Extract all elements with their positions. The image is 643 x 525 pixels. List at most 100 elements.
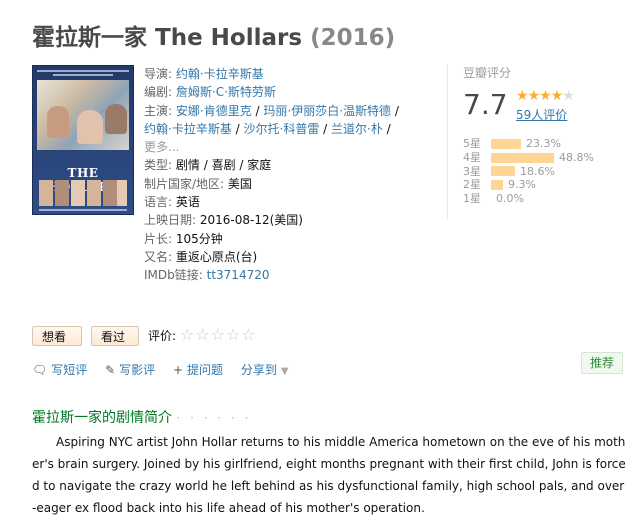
rating-bar-row: 4星 48.8% [463, 151, 594, 165]
title-cn: 霍拉斯一家 [32, 25, 147, 51]
rating-bar-label: 4星 [463, 150, 481, 164]
rating-bar-label: 3星 [463, 164, 481, 178]
movie-poster[interactable]: THE HOLLARS [32, 65, 134, 215]
rating-distribution: 5星 23.3% 4星 48.8% 3星 18.6% 2星 9.3% 1星 0.0% [463, 137, 594, 206]
country-value: 美国 [227, 176, 252, 191]
rating-votes-link[interactable]: 59人评价 [516, 106, 567, 123]
rating-bar-percent: 23.3% [526, 137, 561, 150]
rating-bar-label: 2星 [463, 178, 481, 192]
poster-cast-photo [103, 180, 117, 206]
aka-value: 重返心原点(台) [175, 249, 258, 264]
caret-down-icon: ▼ [280, 366, 289, 377]
poster-tagline [53, 74, 113, 76]
release-label: 上映日期: [144, 213, 197, 228]
rating-bar-row: 5星 23.3% [463, 137, 594, 151]
action-bar: 🗨 写短评 ✎ 写影评 + 提问题 分享到 ▼ [32, 361, 303, 378]
country-label: 制片国家/地区: [144, 176, 225, 191]
star-icon: ★ [539, 88, 552, 104]
ask-question-action[interactable]: + 提问题 [173, 363, 223, 377]
imdb-label: IMDb链接: [144, 268, 203, 283]
info-language: 语言: 英语 [144, 193, 406, 211]
short-review-action[interactable]: 🗨 写短评 [32, 363, 87, 377]
rating-bar-label: 1星 [463, 192, 481, 206]
star-icon: ★ [550, 88, 564, 104]
plus-icon: + [172, 363, 184, 377]
rate-stars-input[interactable]: ☆☆☆☆☆ [180, 325, 257, 344]
user-rating: 评价: ☆☆☆☆☆ [148, 325, 257, 346]
director-link[interactable]: 约翰·卡拉辛斯基 [176, 67, 264, 81]
info-aka: 又名: 重返心原点(台) [144, 248, 406, 266]
language-label: 语言: [144, 195, 173, 210]
genre-item: 喜剧 [211, 158, 236, 173]
info-cast: 主演: 安娜·肯德里克 / 玛丽·伊丽莎白·温斯特德 / [144, 103, 399, 118]
rating-bar-label: 5星 [463, 137, 481, 150]
cast-link[interactable]: 约翰·卡拉辛斯基 [144, 122, 232, 136]
poster-scene [37, 80, 129, 150]
poster-billing-block [39, 209, 127, 211]
rating-stars: ★★★★★ [516, 88, 575, 104]
star-icon: ★ [516, 88, 529, 104]
rating-panel: 豆瓣评分 7.7 ★★★★★ 59人评价 5星 23.3% 4星 48.8% 3星 18.… [447, 64, 643, 220]
poster-figure [105, 104, 127, 134]
genre-label: 类型: [144, 158, 173, 173]
short-review-label: 写短评 [51, 363, 88, 377]
rating-bar [491, 138, 521, 149]
info-genre: 类型: 剧情 / 喜剧 / 家庭 [144, 158, 272, 173]
title-year: (2016) [310, 25, 396, 51]
poster-figure [77, 110, 103, 144]
synopsis-title: 霍拉斯一家的剧情简介 [32, 410, 172, 426]
pencil-icon: ✎ [105, 363, 116, 377]
poster-cast-photo [117, 180, 127, 206]
watched-button[interactable]: 看过 [91, 326, 139, 346]
rating-bar [491, 166, 515, 177]
page-title: 霍拉斯一家 The Hollars (2016) [32, 18, 395, 52]
poster-cast-photo [71, 180, 85, 206]
info-runtime: 片长: 105分钟 [144, 230, 406, 248]
imdb-link[interactable]: tt3714720 [207, 268, 270, 282]
rating-label: 豆瓣评分 [463, 66, 512, 80]
title-en: The Hollars [155, 25, 303, 51]
more-cast-link[interactable]: 更多... [144, 140, 179, 154]
synopsis-text: Aspiring NYC artist John Hollar returns … [32, 435, 626, 515]
want-to-watch-button[interactable]: 想看 [32, 326, 82, 346]
poster-figure [47, 106, 69, 138]
synopsis-dots: · · · · · · [176, 411, 252, 425]
runtime-label: 片长: [144, 231, 173, 246]
poster-cast-photo [87, 180, 101, 206]
info-director: 导演: 约翰·卡拉辛斯基 [144, 65, 406, 83]
rating-bar-row: 1星 0.0% [463, 192, 594, 206]
aka-label: 又名: [144, 249, 173, 264]
info-writer: 编剧: 詹姆斯·C·斯特劳斯 [144, 83, 406, 101]
cast-label: 主演: [144, 103, 173, 118]
poster-cast-photo [39, 180, 53, 206]
evaluate-label: 评价: [148, 329, 177, 343]
ask-label: 提问题 [187, 363, 224, 377]
runtime-value: 105分钟 [175, 231, 223, 246]
writer-link[interactable]: 詹姆斯·C·斯特劳斯 [176, 85, 276, 99]
cast-link[interactable]: 安娜·肯德里克 [176, 104, 252, 118]
cast-link[interactable]: 兰道尔·朴 [331, 122, 383, 136]
info-more: 更多... [144, 138, 406, 156]
rating-bar-row: 2星 9.3% [463, 178, 594, 192]
info-cast-cont: 约翰·卡拉辛斯基 / 沙尔托·科普雷 / 兰道尔·朴 / [144, 121, 391, 136]
share-dropdown[interactable]: 分享到 ▼ [241, 363, 289, 377]
genre-item: 剧情 [175, 158, 200, 173]
share-label: 分享到 [240, 363, 277, 377]
star-icon: ★ [562, 88, 575, 104]
rating-bar [491, 152, 554, 163]
genre-item: 家庭 [247, 158, 272, 173]
poster-tagline [37, 70, 129, 72]
cast-link[interactable]: 沙尔托·科普雷 [244, 122, 320, 136]
recommend-button[interactable]: 推荐 [581, 352, 623, 374]
rating-bar-percent: 0.0% [496, 192, 524, 206]
rating-score: 7.7 [463, 88, 508, 121]
info-imdb: IMDb链接: tt3714720 [144, 266, 406, 284]
info-country: 制片国家/地区: 美国 [144, 175, 406, 193]
cast-link[interactable]: 玛丽·伊丽莎白·温斯特德 [263, 104, 391, 118]
speech-bubble-icon: 🗨 [32, 363, 48, 377]
writer-label: 编剧: [144, 85, 173, 100]
language-value: 英语 [175, 195, 200, 210]
rating-bar-row: 3星 18.6% [463, 165, 594, 179]
director-label: 导演: [144, 67, 173, 81]
review-action[interactable]: ✎ 写影评 [105, 363, 155, 377]
